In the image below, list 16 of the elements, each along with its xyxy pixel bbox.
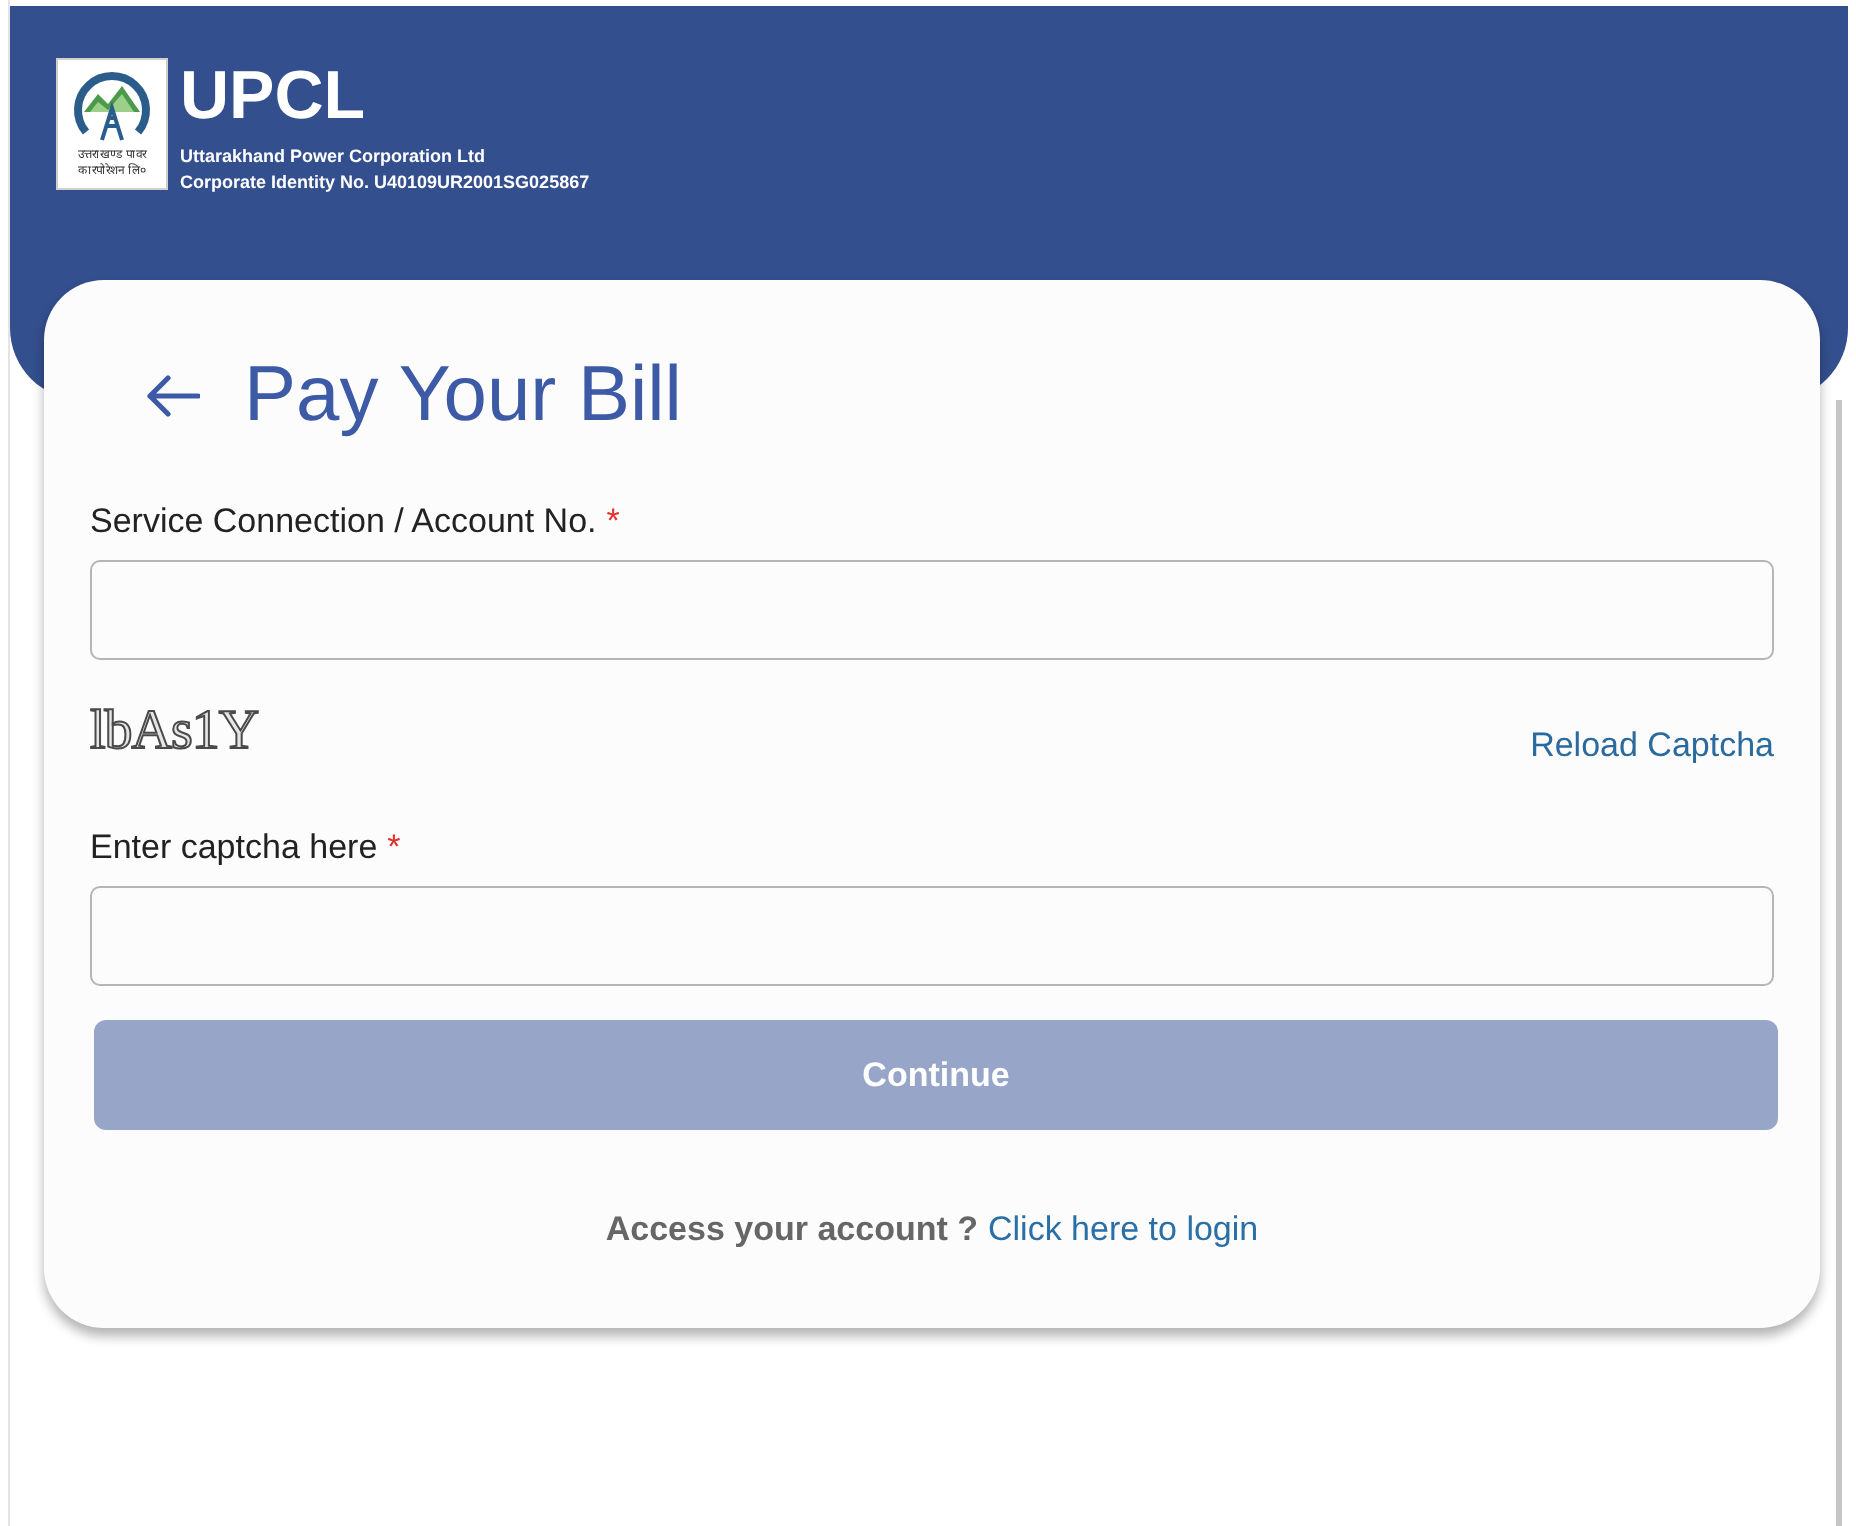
login-link[interactable]: Click here to login bbox=[988, 1206, 1259, 1254]
field-label: Enter captcha here bbox=[90, 826, 378, 870]
brand-name: UPCL bbox=[180, 62, 368, 130]
account-prompt: Access your account ? bbox=[605, 1208, 978, 1252]
company-name: Uttarakhand Power Corporation Ltd bbox=[180, 144, 488, 170]
field-label: Service Connection / Account No. bbox=[90, 500, 597, 544]
captcha-text: lbAs1Y bbox=[90, 704, 259, 760]
page-title: Pay Your Bill bbox=[244, 350, 682, 442]
back-arrow-icon bbox=[144, 374, 200, 418]
required-mark: * bbox=[606, 500, 620, 544]
input-field[interactable] bbox=[90, 886, 1774, 986]
required-mark: * bbox=[387, 826, 401, 870]
input-field[interactable] bbox=[90, 560, 1774, 660]
reload-captcha-link[interactable]: Reload Captcha bbox=[1530, 724, 1774, 768]
corporate-id: Corporate Identity No. U40109UR2001SG025867 bbox=[180, 170, 590, 196]
back-button[interactable] bbox=[144, 374, 200, 418]
